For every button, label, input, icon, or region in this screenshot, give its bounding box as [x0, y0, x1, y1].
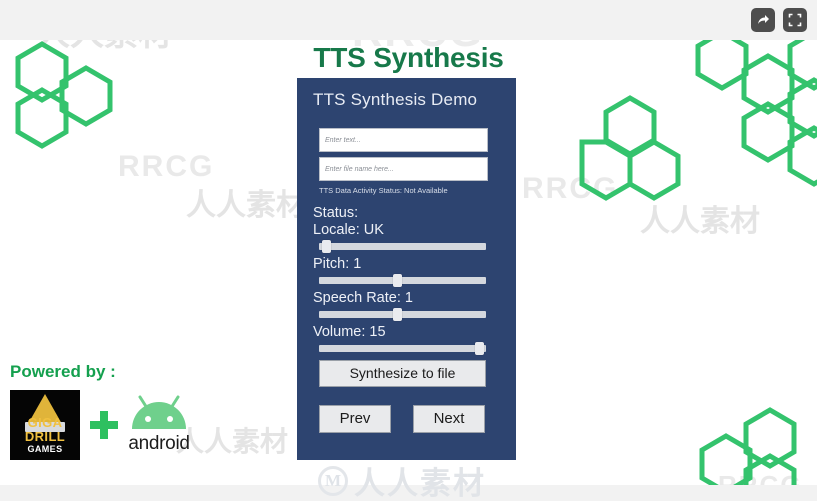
- android-logo: android: [128, 395, 190, 455]
- text-input[interactable]: Enter text...: [319, 128, 488, 152]
- watermark-logo-icon: M: [318, 465, 348, 496]
- volume-label: Volume: 15: [313, 324, 386, 340]
- watermark-chinese: 人人素材: [186, 189, 306, 222]
- pitch-slider[interactable]: [319, 274, 486, 287]
- fullscreen-icon: [788, 13, 802, 27]
- locale-slider[interactable]: [319, 240, 486, 253]
- powered-by-section: Powered by : GIGA DRILL GAMES android: [10, 362, 190, 460]
- nav-button-row: Prev Next: [319, 405, 500, 433]
- tts-demo-panel: TTS Synthesis Demo Enter text... Enter f…: [297, 78, 516, 460]
- android-wordmark: android: [128, 433, 190, 454]
- text-input-placeholder: Enter text...: [325, 136, 361, 144]
- file-name-input[interactable]: Enter file name here...: [319, 157, 488, 181]
- toolbar-buttons: [751, 8, 807, 32]
- fullscreen-button[interactable]: [783, 8, 807, 32]
- data-activity-status: TTS Data Activity Status: Not Available: [319, 186, 448, 195]
- watermark-chinese: 人人素材: [176, 426, 289, 457]
- screenshot-root: RRCG RRCG RRCG 人人素材 人人素材 人人素材 人人素材: [0, 0, 817, 501]
- watermark-bottom: M 人人素材: [318, 458, 486, 501]
- speech-rate-label: Speech Rate: 1: [313, 290, 413, 306]
- powered-by-label: Powered by :: [10, 362, 116, 381]
- prev-button[interactable]: Prev: [319, 405, 391, 433]
- page-title: TTS Synthesis: [313, 42, 504, 73]
- file-name-input-placeholder: Enter file name here...: [325, 165, 394, 173]
- giga-logo-line1: GIGA: [27, 415, 63, 430]
- volume-slider[interactable]: [319, 342, 486, 355]
- volume-slider-thumb[interactable]: [475, 342, 485, 355]
- share-button[interactable]: [751, 8, 775, 32]
- giga-drill-games-logo: GIGA DRILL GAMES: [10, 390, 80, 460]
- next-button[interactable]: Next: [413, 405, 485, 433]
- powered-by-logos: GIGA DRILL GAMES android: [10, 390, 190, 460]
- giga-logo-line3: GAMES: [27, 444, 63, 454]
- pitch-slider-thumb[interactable]: [393, 274, 403, 287]
- locale-slider-thumb[interactable]: [321, 240, 331, 253]
- watermark-rrcg: RRCG: [118, 150, 215, 183]
- status-label: Status:: [313, 205, 359, 221]
- pitch-label: Pitch: 1: [313, 256, 362, 272]
- android-robot-icon: [132, 395, 186, 429]
- giga-logo-line2: DRILL: [24, 429, 66, 444]
- watermark-bottom-text: 人人素材: [354, 466, 486, 501]
- locale-label: Locale: UK: [313, 222, 384, 238]
- synthesize-to-file-button[interactable]: Synthesize to file: [319, 360, 486, 387]
- plus-icon: [90, 411, 118, 439]
- share-arrow-icon: [758, 15, 769, 24]
- panel-title: TTS Synthesis Demo: [313, 90, 478, 109]
- speech-rate-slider[interactable]: [319, 308, 486, 321]
- browser-top-bar: [0, 0, 817, 40]
- speech-rate-slider-thumb[interactable]: [393, 308, 403, 321]
